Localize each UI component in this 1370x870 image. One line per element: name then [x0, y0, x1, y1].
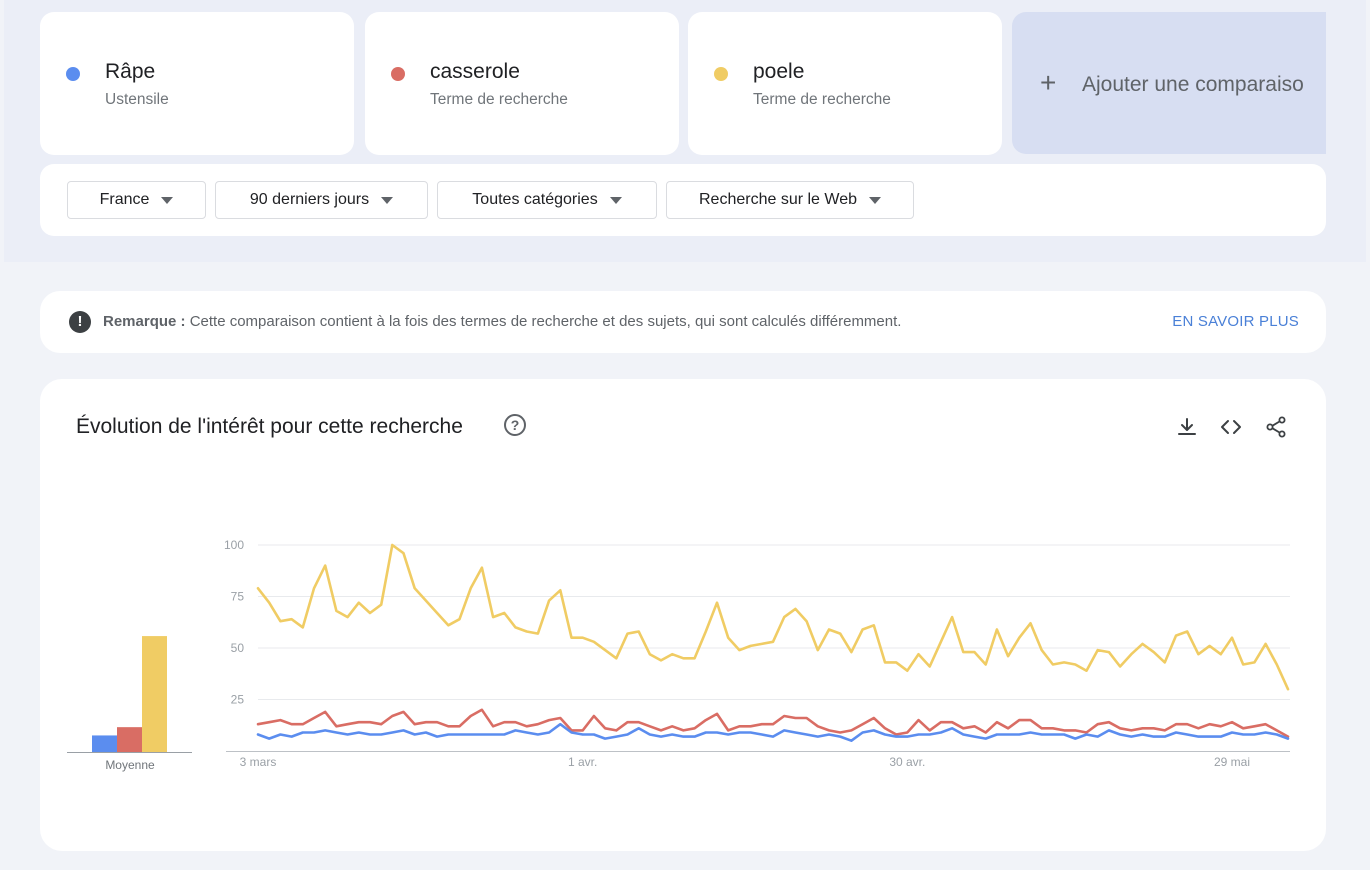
average-bar-poele: [142, 636, 167, 752]
series-line-Râpe: [256, 722, 1290, 742]
period-filter[interactable]: 90 derniers jours: [215, 181, 428, 219]
note-banner: ! Remarque : Cette comparaison contient …: [40, 291, 1326, 353]
download-icon[interactable]: [1175, 415, 1199, 439]
note-body: Cette comparaison contient à la fois des…: [185, 313, 902, 330]
add-comparison-label: Ajouter une comparaiso: [1082, 73, 1304, 96]
search-type-filter[interactable]: Recherche sur le Web: [666, 181, 914, 219]
interest-line-chart: 25 50 75 100 3 mars 1 avr. 30 avr. 29 mai: [224, 538, 1290, 769]
filter-label: Toutes catégories: [472, 191, 598, 208]
term-card-rape[interactable]: Râpe Ustensile: [40, 12, 354, 155]
term-color-dot: [391, 67, 405, 81]
caret-down-icon: [381, 196, 394, 204]
term-name: poele: [753, 60, 805, 83]
term-card-poele[interactable]: poele Terme de recherche: [688, 12, 1002, 155]
y-tick-label: 75: [231, 590, 245, 604]
x-tick-label: 29 mai: [1214, 755, 1250, 769]
exclamation-icon: !: [69, 311, 91, 333]
filter-bar: France 90 derniers jours Toutes catégori…: [40, 164, 1326, 236]
region-filter[interactable]: France: [67, 181, 206, 219]
average-bar-Râpe: [92, 735, 117, 752]
caret-down-icon: [869, 196, 881, 204]
series-line-poele: [256, 543, 1290, 691]
share-icon[interactable]: [1264, 415, 1288, 439]
note-bold: Remarque :: [103, 313, 186, 330]
y-tick-label: 100: [224, 538, 244, 552]
note-text: Remarque : Cette comparaison contient à …: [103, 313, 901, 330]
term-type: Ustensile: [105, 91, 169, 108]
term-color-dot: [714, 67, 728, 81]
embed-icon[interactable]: [1219, 415, 1243, 439]
average-bar-casserole: [117, 727, 142, 752]
filter-label: Recherche sur le Web: [699, 191, 857, 208]
x-tick-label: 30 avr.: [889, 755, 925, 769]
learn-more-link[interactable]: EN SAVOIR PLUS: [1172, 313, 1299, 330]
filter-label: France: [99, 191, 150, 208]
term-type: Terme de recherche: [430, 91, 568, 108]
caret-down-icon: [609, 196, 622, 204]
term-color-dot: [66, 67, 80, 81]
y-tick-label: 50: [231, 641, 245, 655]
term-card-casserole[interactable]: casserole Terme de recherche: [365, 12, 679, 155]
y-tick-label: 25: [231, 693, 245, 707]
interest-over-time-card: Évolution de l'intérêt pour cette recher…: [40, 379, 1326, 851]
category-filter[interactable]: Toutes catégories: [437, 181, 657, 219]
plus-icon: +: [1040, 67, 1057, 98]
term-name: casserole: [430, 60, 520, 83]
x-tick-label: 1 avr.: [568, 755, 597, 769]
add-comparison-button[interactable]: + Ajouter une comparaiso: [1012, 12, 1326, 154]
filter-label: 90 derniers jours: [249, 191, 370, 208]
x-tick-label: 3 mars: [240, 755, 277, 769]
average-bar-chart: Moyenne: [67, 636, 192, 772]
term-name: Râpe: [105, 60, 156, 83]
term-type: Terme de recherche: [753, 91, 891, 108]
average-label: Moyenne: [105, 758, 155, 772]
caret-down-icon: [161, 196, 174, 204]
help-icon[interactable]: ?: [504, 414, 526, 436]
chart-title: Évolution de l'intérêt pour cette recher…: [76, 415, 463, 438]
